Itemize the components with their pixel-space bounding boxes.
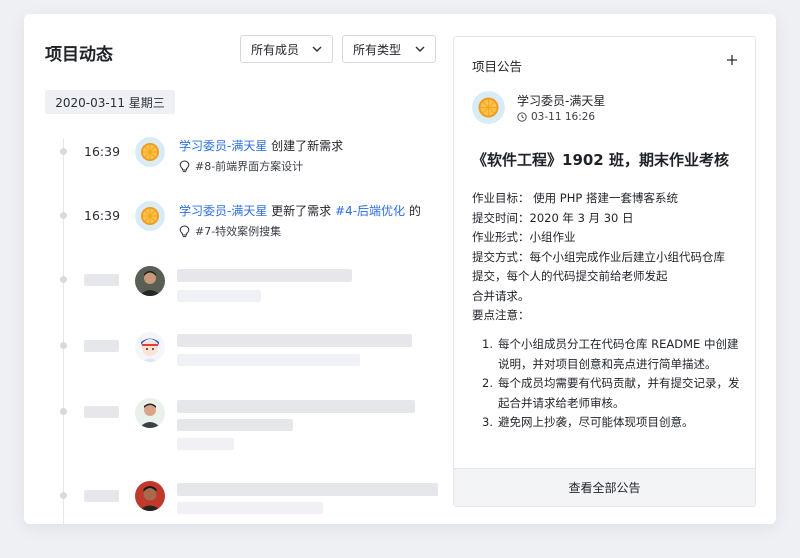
- person-avatar-icon: [135, 481, 165, 511]
- orange-avatar-icon: [472, 91, 505, 124]
- page-title: 项目动态: [45, 45, 113, 65]
- requirement-link[interactable]: #4-后端优化: [335, 204, 405, 218]
- activity-summary: 学习委员-满天星 更新了需求 #4-后端优化 的: [179, 202, 421, 219]
- avatar[interactable]: [135, 137, 165, 167]
- chevron-down-icon: [415, 46, 425, 52]
- list-item: 1. 每个小组成员分工在代码仓库 README 中创建说明，并对项目创意和亮点进…: [482, 335, 742, 374]
- point-number: 2.: [482, 376, 493, 390]
- lightbulb-icon: [179, 224, 190, 237]
- skeleton-time: [84, 406, 119, 418]
- timeline-dot: [60, 148, 67, 155]
- body-line: 合并请求。: [472, 288, 530, 303]
- type-filter-dropdown[interactable]: 所有类型: [342, 35, 436, 63]
- avatar[interactable]: [135, 398, 165, 428]
- avatar[interactable]: [135, 266, 165, 296]
- announcement-panel: 项目公告 学习委员-满天星 03-11 16:26 《软件工程》1902 班，期…: [453, 36, 756, 507]
- timeline-dot: [60, 492, 67, 499]
- skeleton-line: [177, 400, 415, 413]
- body-line: 作业形式：小组作业: [472, 230, 576, 244]
- project-activity-card: 项目动态 所有成员 所有类型 2020-03-11 星期三 16:39 学习委员…: [24, 14, 776, 524]
- point-number: 1.: [482, 337, 493, 351]
- activity-detail-text: #7-特效案例搜集: [195, 225, 282, 238]
- avatar[interactable]: [135, 481, 165, 511]
- activity-detail[interactable]: #7-特效案例搜集: [179, 223, 281, 239]
- skeleton-line: [177, 269, 352, 282]
- skeleton-time: [84, 340, 119, 352]
- avatar[interactable]: [472, 91, 505, 124]
- view-all-announcements-button[interactable]: 查看全部公告: [454, 468, 755, 506]
- avatar[interactable]: [135, 332, 165, 362]
- announcement-header: 项目公告: [472, 59, 523, 74]
- skeleton-line: [177, 290, 261, 302]
- member-filter-label: 所有成员: [251, 42, 300, 57]
- body-line: 提交时间：2020 年 3 月 30 日: [472, 210, 634, 225]
- chevron-down-icon: [312, 46, 322, 52]
- point-text: 每个小组成员分工在代码仓库 README 中创建说明，并对项目创意和亮点进行简单…: [498, 337, 739, 371]
- date-chip: 2020-03-11 星期三: [45, 90, 175, 114]
- body-line: 提交方式：每个小组完成作业后建立小组代码仓库: [472, 249, 725, 264]
- announcement-body: 作业目标： 使用 PHP 搭建一套博客系统 提交时间：2020 年 3 月 30…: [472, 189, 747, 326]
- activity-user-link[interactable]: 学习委员-满天星: [179, 204, 267, 218]
- skeleton-line: [177, 419, 293, 431]
- body-line: 提交，每个人的代码提交前给老师发起: [472, 269, 668, 283]
- person-avatar-icon: [135, 398, 165, 428]
- activity-detail[interactable]: #8-前端界面方案设计: [179, 158, 303, 174]
- activity-summary: 学习委员-满天星 创建了新需求: [179, 137, 343, 154]
- skeleton-time: [84, 274, 119, 286]
- lightbulb-icon: [179, 159, 190, 172]
- body-line: 要点注意：: [472, 308, 530, 322]
- announcement-title: 《软件工程》1902 班，期末作业考核: [472, 151, 729, 169]
- avatar[interactable]: [135, 201, 165, 231]
- list-item: 3. 避免网上抄袭，尽可能体现项目创意。: [482, 413, 742, 433]
- orange-avatar-icon: [135, 201, 165, 231]
- skeleton-line: [177, 502, 323, 514]
- activity-detail-text: #8-前端界面方案设计: [195, 160, 304, 173]
- point-text: 避免网上抄袭，尽可能体现项目创意。: [498, 415, 694, 429]
- timeline-dot: [60, 408, 67, 415]
- type-filter-label: 所有类型: [353, 42, 402, 57]
- announcement-author: 学习委员-满天星: [517, 94, 606, 108]
- person-avatar-icon: [135, 266, 165, 296]
- announcement-time-text: 03-11 16:26: [531, 111, 596, 123]
- activity-time: 16:39: [84, 208, 121, 223]
- member-filter-dropdown[interactable]: 所有成员: [240, 35, 333, 63]
- skeleton-line: [177, 334, 412, 347]
- timeline-dot: [60, 212, 67, 219]
- announcement-time: 03-11 16:26: [517, 111, 595, 123]
- activity-user-link[interactable]: 学习委员-满天星: [179, 139, 267, 153]
- body-line: 作业目标： 使用 PHP 搭建一套博客系统: [472, 191, 678, 205]
- plus-icon[interactable]: [725, 53, 739, 67]
- skeleton-line: [177, 483, 438, 496]
- list-item: 2. 每个成员均需要有代码贡献，并有提交记录，发起合并请求给老师审核。: [482, 374, 742, 413]
- activity-action: 创建了新需求: [271, 139, 344, 153]
- timeline-dot: [60, 342, 67, 349]
- clock-icon: [517, 112, 527, 122]
- activity-time: 16:39: [84, 144, 121, 159]
- timeline-line: [63, 138, 64, 524]
- activity-action: 更新了需求: [271, 204, 332, 218]
- activity-suffix: 的: [408, 204, 421, 218]
- skeleton-time: [84, 490, 119, 502]
- point-number: 3.: [482, 415, 493, 429]
- skeleton-line: [177, 438, 234, 450]
- orange-avatar-icon: [135, 137, 165, 167]
- timeline-dot: [60, 276, 67, 283]
- point-text: 每个成员均需要有代码贡献，并有提交记录，发起合并请求给老师审核。: [498, 376, 740, 410]
- cartoon-avatar-icon: [135, 332, 165, 362]
- announcement-points: 1. 每个小组成员分工在代码仓库 README 中创建说明，并对项目创意和亮点进…: [482, 335, 742, 433]
- skeleton-line: [177, 354, 360, 366]
